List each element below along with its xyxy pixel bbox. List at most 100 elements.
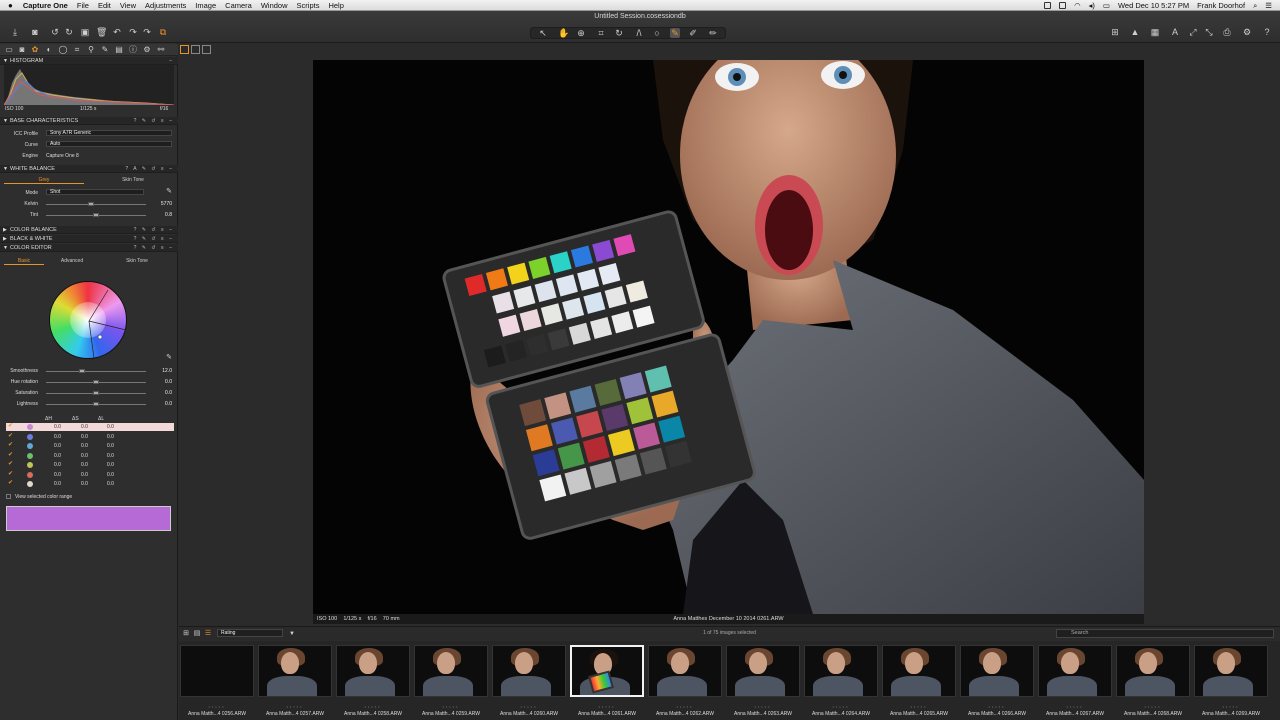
menu-help[interactable]: Help bbox=[328, 1, 343, 10]
wb-tab-grey[interactable]: Grey bbox=[4, 177, 84, 184]
kelvin-slider-handle[interactable] bbox=[88, 202, 94, 206]
color-correction-row[interactable]: ✔ 0.0 0.0 0.0 bbox=[6, 452, 174, 460]
tint-value[interactable]: 0.8 bbox=[150, 212, 172, 218]
compare-view-icon[interactable] bbox=[202, 45, 211, 54]
thumb-rating[interactable]: ••••• bbox=[179, 704, 255, 709]
ce-slider-handle[interactable] bbox=[93, 391, 99, 395]
pan-icon[interactable]: ✋ bbox=[558, 28, 569, 38]
wifi-icon[interactable]: ◠ bbox=[1074, 1, 1081, 10]
apple-menu-icon[interactable]: ● bbox=[8, 1, 13, 10]
user-name[interactable]: Frank Doorhof bbox=[1197, 1, 1245, 10]
ce-slider-value[interactable]: 12.0 bbox=[150, 368, 172, 374]
thumb-rating[interactable]: ••••• bbox=[569, 704, 645, 709]
crop-icon[interactable]: ⌗ bbox=[596, 28, 606, 38]
wb-mode-select[interactable]: Shot bbox=[46, 189, 144, 195]
rotate-tool-icon[interactable]: ↻ bbox=[614, 28, 624, 38]
color-picker-eyedropper-icon[interactable]: ✎ bbox=[164, 353, 174, 363]
clock[interactable]: Wed Dec 10 5:27 PM bbox=[1118, 1, 1189, 10]
spotlight-icon[interactable]: ⌕ bbox=[1253, 1, 1257, 11]
rotate-icon[interactable]: ↻ bbox=[64, 27, 74, 37]
row-enabled-checkbox[interactable]: ✔ bbox=[8, 423, 13, 429]
ce-slider-handle[interactable] bbox=[79, 369, 85, 373]
filmstrip-thumbnail[interactable] bbox=[960, 645, 1034, 697]
output-tab-icon[interactable]: ⚙ bbox=[142, 45, 152, 55]
exposure-tab-icon[interactable]: ◐ bbox=[44, 45, 54, 55]
row-enabled-checkbox[interactable]: ✔ bbox=[8, 461, 13, 467]
settings-icon[interactable]: ⚙ bbox=[1242, 27, 1252, 37]
library-tab-icon[interactable]: ▭ bbox=[4, 45, 14, 55]
thumb-rating[interactable]: ••••• bbox=[491, 704, 567, 709]
menu-camera[interactable]: Camera bbox=[225, 1, 252, 10]
histogram-header[interactable]: ▼ HISTOGRAM – bbox=[0, 57, 178, 65]
thumb-rating[interactable]: ••••• bbox=[725, 704, 801, 709]
menu-window[interactable]: Window bbox=[261, 1, 288, 10]
thumb-rating[interactable]: ••••• bbox=[257, 704, 333, 709]
redo-alt-icon[interactable]: ↷ bbox=[142, 27, 152, 37]
notification-center-icon[interactable]: ☰ bbox=[1265, 1, 1272, 10]
color-picker-icon[interactable]: ✎ bbox=[670, 28, 680, 38]
filmstrip-thumbnail[interactable] bbox=[804, 645, 878, 697]
color-wheel[interactable] bbox=[49, 281, 127, 359]
adjustments-tab-icon[interactable]: ▤ bbox=[114, 45, 124, 55]
import-icon[interactable]: ⤓ bbox=[10, 27, 20, 37]
keystone-icon[interactable]: /\ bbox=[634, 28, 644, 38]
color-tab-icon[interactable]: ✿ bbox=[30, 45, 40, 55]
metadata-tab-icon[interactable]: ⓘ bbox=[128, 45, 138, 55]
search-input[interactable]: Search bbox=[1056, 629, 1274, 638]
ce-slider-handle[interactable] bbox=[93, 380, 99, 384]
composition-tab-icon[interactable]: ⌗ bbox=[72, 45, 82, 55]
ce-slider-value[interactable]: 0.0 bbox=[150, 401, 172, 407]
text-icon[interactable]: A bbox=[1170, 27, 1180, 37]
filmstrip-thumbnail[interactable] bbox=[414, 645, 488, 697]
filmstrip-thumbnail[interactable] bbox=[882, 645, 956, 697]
status-menu-icon[interactable] bbox=[1044, 2, 1052, 9]
color-correction-row[interactable]: ✔ 0.0 0.0 0.0 bbox=[6, 423, 174, 431]
color-editor-tab-advanced[interactable]: Advanced bbox=[50, 258, 94, 264]
single-view-icon[interactable] bbox=[191, 45, 200, 54]
color-correction-row[interactable]: ✔ 0.0 0.0 0.0 bbox=[6, 433, 174, 441]
color-correction-row[interactable]: ✔ 0.0 0.0 0.0 bbox=[6, 461, 174, 469]
menu-file[interactable]: File bbox=[77, 1, 89, 10]
thumb-rating[interactable]: ••••• bbox=[803, 704, 879, 709]
gradient-icon[interactable]: ✏ bbox=[708, 28, 718, 38]
multi-view-icon[interactable] bbox=[180, 45, 189, 54]
menu-adjustments[interactable]: Adjustments bbox=[145, 1, 186, 10]
base-characteristics-header[interactable]: ▼ BASE CHARACTERISTICS ? ✎ ↺ ≡ – bbox=[0, 117, 178, 125]
black-white-header[interactable]: ▶ BLACK & WHITE ? ✎ ↺ ≡ – bbox=[0, 235, 178, 243]
thumb-rating[interactable]: ••••• bbox=[413, 704, 489, 709]
menu-scripts[interactable]: Scripts bbox=[297, 1, 320, 10]
filmstrip-thumbnail[interactable] bbox=[336, 645, 410, 697]
capture-tab-icon[interactable]: ◙ bbox=[17, 45, 27, 55]
wb-tab-skin-tone[interactable]: Skin Tone bbox=[92, 177, 174, 183]
kelvin-value[interactable]: 5770 bbox=[150, 201, 172, 207]
wb-picker-icon[interactable]: ✎ bbox=[164, 187, 174, 197]
ce-slider-value[interactable]: 0.0 bbox=[150, 390, 172, 396]
thumb-rating[interactable]: ••••• bbox=[959, 704, 1035, 709]
kelvin-slider[interactable] bbox=[46, 204, 146, 205]
filmstrip-thumbnail[interactable] bbox=[492, 645, 566, 697]
brush-icon[interactable]: ✐ bbox=[688, 28, 698, 38]
thumb-rating[interactable]: ••••• bbox=[1037, 704, 1113, 709]
view-range-checkbox[interactable] bbox=[6, 494, 11, 499]
row-enabled-checkbox[interactable]: ✔ bbox=[8, 480, 13, 486]
camera-icon[interactable]: ◙ bbox=[30, 27, 40, 37]
filmstrip-thumbnail[interactable] bbox=[180, 645, 254, 697]
thumb-rating[interactable]: ••••• bbox=[1193, 704, 1269, 709]
apply-icon[interactable]: ⤢ bbox=[1188, 27, 1198, 37]
volume-icon[interactable]: ◂) bbox=[1089, 1, 1095, 10]
color-editor-tab-basic[interactable]: Basic bbox=[4, 258, 44, 265]
warning-icon[interactable]: ▲ bbox=[1130, 27, 1140, 37]
color-editor-header[interactable]: ▼ COLOR EDITOR ? ✎ ↺ ≡ – bbox=[0, 244, 178, 252]
main-image[interactable] bbox=[313, 60, 1144, 614]
menu-view[interactable]: View bbox=[120, 1, 136, 10]
filmstrip-thumbnail[interactable] bbox=[570, 645, 644, 697]
ce-slider-handle[interactable] bbox=[93, 402, 99, 406]
ce-slider-value[interactable]: 0.0 bbox=[150, 379, 172, 385]
filmstrip-thumbnail[interactable] bbox=[1194, 645, 1268, 697]
paste-icon[interactable]: ⤡ bbox=[1204, 27, 1214, 37]
select-cursor-icon[interactable]: ↖ bbox=[538, 28, 548, 38]
spot-removal-icon[interactable]: ○ bbox=[652, 28, 662, 38]
thumb-rating[interactable]: ••••• bbox=[1115, 704, 1191, 709]
filmstrip-thumbnail[interactable] bbox=[648, 645, 722, 697]
filmstrip-thumbnail[interactable] bbox=[1038, 645, 1112, 697]
